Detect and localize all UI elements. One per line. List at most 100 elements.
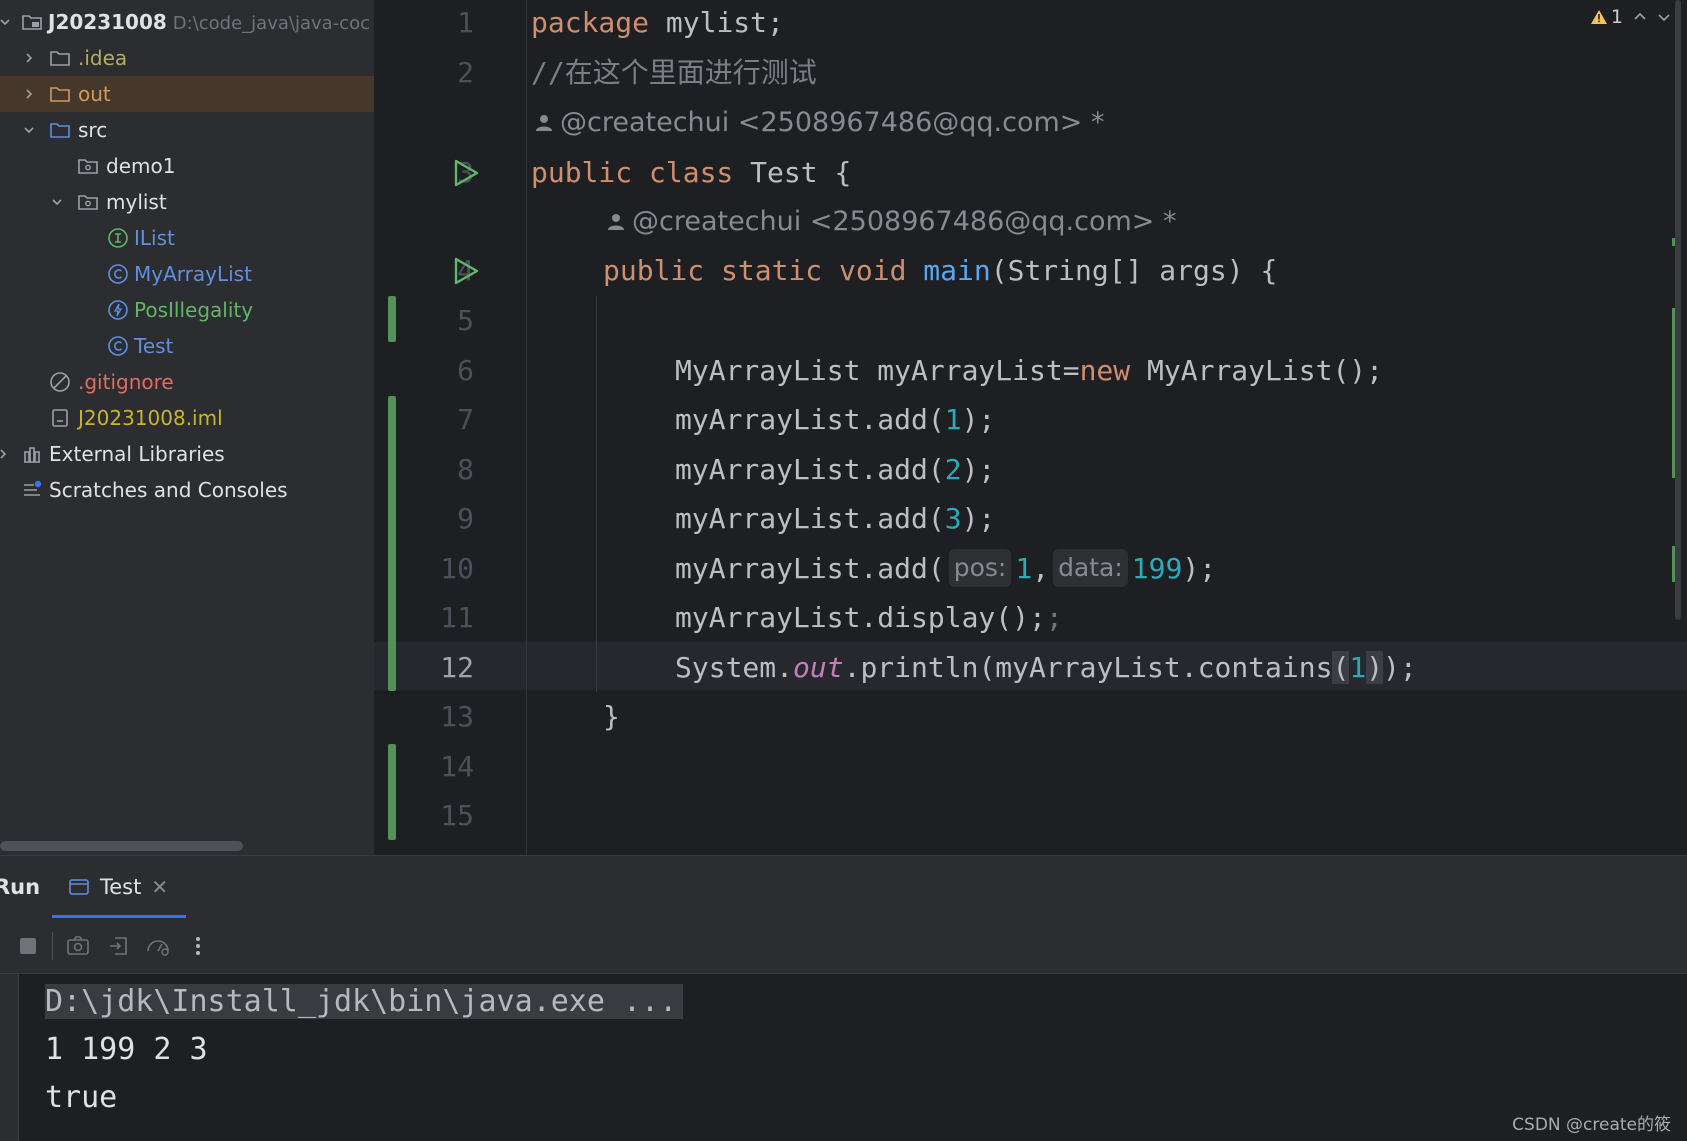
line-number: 7 bbox=[457, 403, 474, 436]
console-output[interactable]: D:\jdk\Install_jdk\bin\java.exe ... 1 19… bbox=[18, 974, 1687, 1141]
chevron-down-icon[interactable] bbox=[1657, 10, 1671, 24]
exit-button[interactable] bbox=[98, 918, 138, 974]
line-number: 11 bbox=[440, 601, 474, 634]
line-number: 10 bbox=[440, 552, 474, 585]
code-line-1[interactable]: package mylist; bbox=[531, 0, 784, 47]
code-line-6[interactable]: MyArrayList myArrayList=new MyArrayList(… bbox=[675, 346, 1383, 395]
run-class-icon[interactable] bbox=[450, 148, 482, 197]
chevron-right-icon[interactable] bbox=[0, 436, 12, 472]
user-icon bbox=[536, 114, 552, 131]
line-number-current: 12 bbox=[440, 651, 474, 684]
project-folder-icon bbox=[20, 4, 44, 40]
code-line-2-comment[interactable]: //在这个里面进行测试 bbox=[531, 48, 817, 97]
code-author-hint[interactable]: @createchui <2508967486@qq.com> * bbox=[606, 197, 1177, 246]
tree-item-external-libraries[interactable]: External Libraries bbox=[0, 436, 374, 472]
code-line-8[interactable]: myArrayList.add(2); bbox=[675, 445, 995, 494]
tree-item-myarraylist[interactable]: MyArrayList bbox=[0, 256, 374, 292]
run-tab-test[interactable]: Test ✕ bbox=[52, 856, 182, 918]
tree-item-mylist[interactable]: mylist bbox=[0, 184, 374, 220]
vcs-change-marker[interactable] bbox=[388, 396, 396, 691]
tree-item-posillegality[interactable]: PosIllegality bbox=[0, 292, 374, 328]
parameter-hint-data: data: bbox=[1053, 549, 1128, 587]
line-number: 2 bbox=[457, 56, 474, 89]
change-stripe bbox=[1672, 546, 1675, 582]
close-tab-icon[interactable]: ✕ bbox=[151, 875, 168, 899]
console-output-line: true bbox=[45, 1080, 118, 1115]
gutter-separator bbox=[526, 0, 527, 855]
line-number: 13 bbox=[440, 700, 474, 733]
code-line-9[interactable]: myArrayList.add(3); bbox=[675, 494, 995, 543]
warning-icon bbox=[1590, 10, 1607, 24]
run-main-icon[interactable] bbox=[450, 246, 482, 295]
tree-item-label: IList bbox=[134, 226, 175, 250]
ignored-file-icon bbox=[48, 364, 72, 400]
interface-icon bbox=[106, 220, 130, 256]
tree-item-label: out bbox=[78, 82, 111, 106]
parameter-hint-pos: pos: bbox=[948, 549, 1012, 587]
line-number: 1 bbox=[457, 6, 474, 39]
code-line-7[interactable]: myArrayList.add(1); bbox=[675, 395, 995, 444]
chevron-right-icon[interactable] bbox=[20, 40, 38, 76]
console-output-line: 1 199 2 3 bbox=[45, 1032, 208, 1067]
profiler-button[interactable] bbox=[138, 918, 178, 974]
change-stripe bbox=[1672, 238, 1675, 246]
dump-threads-button[interactable] bbox=[58, 918, 98, 974]
indent-guide bbox=[596, 296, 597, 692]
libraries-icon bbox=[20, 436, 44, 472]
tree-item-label: .gitignore bbox=[78, 370, 174, 394]
chevron-down-icon[interactable] bbox=[0, 4, 14, 40]
run-toolbar bbox=[0, 918, 1687, 974]
code-line-13[interactable]: } bbox=[603, 692, 620, 741]
tree-item-label: PosIllegality bbox=[134, 298, 254, 322]
more-vertical-icon bbox=[196, 937, 200, 955]
code-line-10[interactable]: myArrayList.add(pos: 1, data: 199); bbox=[675, 544, 1216, 593]
line-number: 9 bbox=[457, 502, 474, 535]
code-author-hint[interactable]: @createchui <2508967486@qq.com> * bbox=[534, 98, 1105, 147]
tree-item-ilist[interactable]: IList bbox=[0, 220, 374, 256]
stop-button[interactable] bbox=[8, 918, 48, 974]
stop-icon bbox=[20, 938, 36, 954]
code-line-12[interactable]: System.out.println(myArrayList.contains(… bbox=[675, 643, 1417, 692]
editor-vertical-scrollbar[interactable] bbox=[1675, 0, 1681, 620]
line-number: 5 bbox=[457, 304, 474, 337]
line-number: 8 bbox=[457, 453, 474, 486]
tree-item-out[interactable]: out bbox=[0, 76, 374, 112]
tree-item-gitignore[interactable]: .gitignore bbox=[0, 364, 374, 400]
inspection-widget[interactable]: 1 bbox=[1590, 6, 1671, 28]
more-actions-button[interactable] bbox=[178, 918, 218, 974]
code-line-4[interactable]: public static void main(String[] args) { bbox=[603, 246, 1277, 295]
tree-item-idea[interactable]: .idea bbox=[0, 40, 374, 76]
run-tool-window-title: Run bbox=[0, 875, 41, 899]
package-icon bbox=[76, 148, 100, 184]
exception-class-icon bbox=[106, 292, 130, 328]
sidebar-horizontal-scrollbar[interactable] bbox=[0, 841, 243, 851]
chevron-up-icon[interactable] bbox=[1633, 10, 1647, 24]
tree-item-project-root[interactable]: J20231008 D:\code_java\java-coc bbox=[0, 4, 374, 40]
tree-item-scratches[interactable]: Scratches and Consoles bbox=[0, 472, 374, 508]
class-icon bbox=[106, 328, 130, 364]
vcs-change-marker[interactable] bbox=[388, 744, 396, 840]
tree-item-test[interactable]: Test bbox=[0, 328, 374, 364]
code-line-11[interactable]: myArrayList.display();; bbox=[675, 593, 1063, 642]
exit-icon bbox=[110, 937, 127, 955]
tree-item-label: Scratches and Consoles bbox=[49, 478, 288, 502]
tree-item-src[interactable]: src bbox=[0, 112, 374, 148]
vcs-change-marker[interactable] bbox=[388, 296, 396, 342]
line-number: 6 bbox=[457, 354, 474, 387]
chevron-down-icon[interactable] bbox=[48, 184, 66, 220]
chevron-down-icon[interactable] bbox=[20, 112, 38, 148]
tree-item-label: demo1 bbox=[106, 154, 176, 178]
chevron-right-icon[interactable] bbox=[20, 76, 38, 112]
tree-item-demo1[interactable]: demo1 bbox=[0, 148, 374, 184]
tree-item-label: Test bbox=[134, 334, 174, 358]
warning-count: 1 bbox=[1610, 6, 1623, 28]
gauge-icon bbox=[147, 940, 169, 956]
tree-item-iml[interactable]: J20231008.iml bbox=[0, 400, 374, 436]
project-root-name: J20231008 bbox=[48, 10, 167, 34]
change-stripe bbox=[1672, 308, 1675, 478]
code-editor[interactable]: 1 2 3 4 5 6 7 8 9 10 11 12 13 14 15 pack… bbox=[374, 0, 1687, 855]
module-file-icon bbox=[48, 400, 72, 436]
code-line-3[interactable]: public class Test { bbox=[531, 148, 851, 197]
run-config-icon bbox=[69, 879, 89, 895]
line-number: 15 bbox=[440, 799, 474, 832]
